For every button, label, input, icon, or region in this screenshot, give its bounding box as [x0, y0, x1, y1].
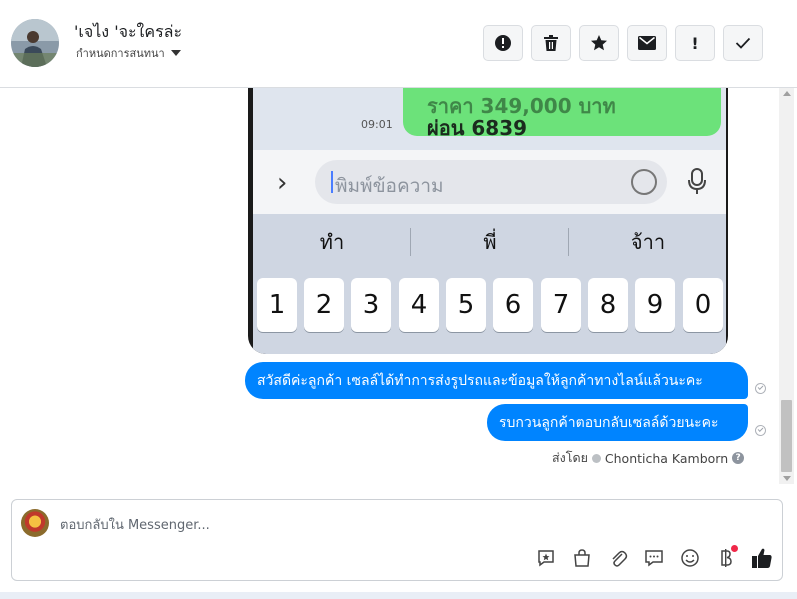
key: 8	[588, 278, 628, 332]
line-chat-area: ราคา 349,000 บาท ผ่อน 6839 09:01	[253, 88, 726, 150]
reply-input[interactable]: ตอบกลับใน Messenger...	[60, 514, 210, 535]
sent-by-line: ส่งโดย Chonticha Kamborn ?	[552, 448, 745, 468]
text-cursor	[331, 171, 333, 193]
contact-avatar[interactable]	[11, 19, 59, 67]
suggestion: พี่	[483, 230, 497, 254]
phone-keyboard: ทำ พี่ จ้าา 1 2 3 4 5 6 7 8 9 0	[253, 214, 726, 354]
contact-name[interactable]: 'เจไง 'จะใครล่ะ	[74, 20, 182, 45]
bottom-divider	[0, 592, 797, 599]
star-icon	[591, 35, 607, 51]
payment-button[interactable]	[712, 544, 740, 572]
sent-by-prefix: ส่งโดย	[552, 450, 588, 465]
check-icon	[735, 37, 751, 49]
sent-message[interactable]: สวัสดีค่ะลูกค้า เซลล์ได้ทำการส่งรูปรถและ…	[245, 362, 748, 399]
microphone-icon	[688, 168, 706, 194]
suggestion: ทำ	[319, 230, 345, 254]
follow-up-label: !	[691, 33, 699, 53]
line-text-field: พิมพ์ข้อความ	[315, 160, 667, 204]
key: 1	[257, 278, 297, 332]
caret-down-icon	[170, 50, 181, 56]
key: 2	[304, 278, 344, 332]
delete-button[interactable]	[531, 25, 571, 61]
sent-message[interactable]: รบกวนลูกค้าตอบกลับเซลล์ด้วยนะคะ	[487, 404, 748, 441]
line-placeholder: พิมพ์ข้อความ	[335, 175, 444, 197]
installment-line: ผ่อน 6839	[427, 116, 528, 140]
sender-name: Chonticha Kamborn	[604, 450, 729, 466]
composer-tools	[532, 544, 776, 572]
chevron-right-icon: ›	[277, 168, 288, 198]
saved-reply-icon	[538, 550, 554, 567]
page-avatar	[21, 509, 49, 537]
delivered-check-icon	[755, 383, 766, 394]
key: 0	[683, 278, 723, 332]
notification-dot	[731, 545, 738, 552]
delivered-check-icon	[755, 425, 766, 436]
assign-conversation-dropdown[interactable]: กำหนดการสนทนา	[76, 44, 181, 62]
attachment-icon	[612, 550, 628, 567]
key: 6	[493, 278, 533, 332]
suggestion: จ้าา	[630, 230, 666, 254]
shop-button[interactable]	[568, 544, 596, 572]
smiley-icon	[631, 169, 657, 195]
message-text: รบกวนลูกค้าตอบกลับเซลล์ด้วยนะคะ	[499, 414, 719, 431]
assign-label: กำหนดการสนทนา	[76, 47, 165, 60]
mark-spam-button[interactable]	[483, 25, 523, 61]
key: 7	[541, 278, 581, 332]
emoji-icon	[681, 549, 699, 567]
key: 9	[635, 278, 675, 332]
follow-up-button[interactable]: !	[675, 25, 715, 61]
key: 5	[446, 278, 486, 332]
key: 4	[399, 278, 439, 332]
saved-reply-button[interactable]	[532, 544, 560, 572]
shop-bag-icon	[574, 549, 590, 567]
trash-icon	[544, 35, 558, 51]
done-button[interactable]	[723, 25, 763, 61]
scroll-up-arrow[interactable]	[783, 91, 791, 96]
message-time: 09:01	[361, 118, 393, 131]
key: 3	[351, 278, 391, 332]
chat-bubble-icon	[645, 550, 663, 567]
quick-reply-button[interactable]	[640, 544, 668, 572]
message-text: สวัสดีค่ะลูกค้า เซลล์ได้ทำการส่งรูปรถและ…	[257, 372, 703, 389]
reply-composer[interactable]: ตอบกลับใน Messenger...	[11, 499, 783, 581]
sender-status-icon	[591, 453, 601, 463]
attach-button[interactable]	[604, 544, 632, 572]
emoji-button[interactable]	[676, 544, 704, 572]
scroll-down-arrow[interactable]	[783, 476, 791, 481]
star-button[interactable]	[579, 25, 619, 61]
line-input-bar: › พิมพ์ข้อความ	[253, 150, 726, 214]
header-actions: !	[483, 25, 763, 61]
baht-payment-icon	[721, 549, 732, 567]
scrollbar[interactable]	[779, 88, 794, 484]
mark-unread-button[interactable]	[627, 25, 667, 61]
envelope-icon	[638, 36, 656, 50]
thumbs-up-icon	[752, 548, 772, 568]
conversation-header: 'เจไง 'จะใครล่ะ กำหนดการสนทนา !	[0, 0, 797, 88]
alert-circle-icon	[495, 35, 511, 51]
like-button[interactable]	[748, 544, 776, 572]
shared-image[interactable]: ราคา 349,000 บาท ผ่อน 6839 09:01 › พิมพ์…	[248, 88, 728, 354]
price-bubble: ราคา 349,000 บาท ผ่อน 6839	[403, 88, 721, 140]
message-thread[interactable]: ราคา 349,000 บาท ผ่อน 6839 09:01 › พิมพ์…	[0, 88, 797, 488]
help-icon[interactable]: ?	[732, 452, 745, 464]
scroll-thumb[interactable]	[781, 400, 792, 472]
